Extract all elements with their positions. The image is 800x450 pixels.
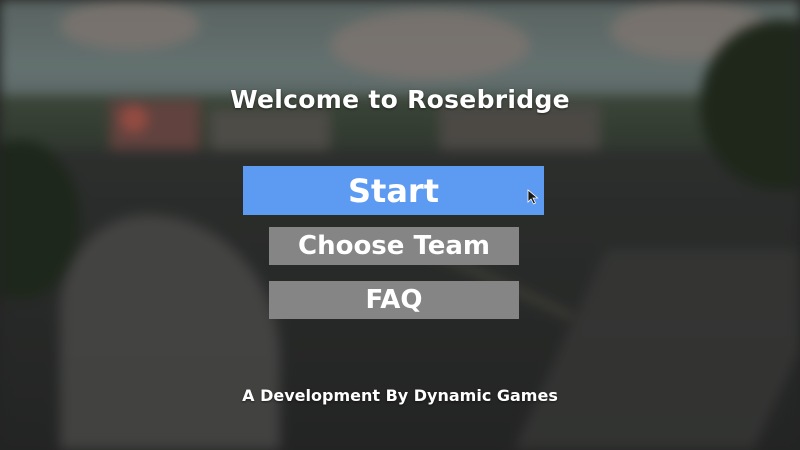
choose-team-button[interactable]: Choose Team: [269, 227, 519, 265]
developer-credit: A Development By Dynamic Games: [242, 386, 558, 405]
start-button[interactable]: Start: [243, 166, 544, 215]
background-dim-overlay: [0, 0, 800, 450]
welcome-title: Welcome to Rosebridge: [230, 85, 570, 114]
faq-button[interactable]: FAQ: [269, 281, 519, 319]
mouse-pointer-icon: [527, 189, 539, 205]
